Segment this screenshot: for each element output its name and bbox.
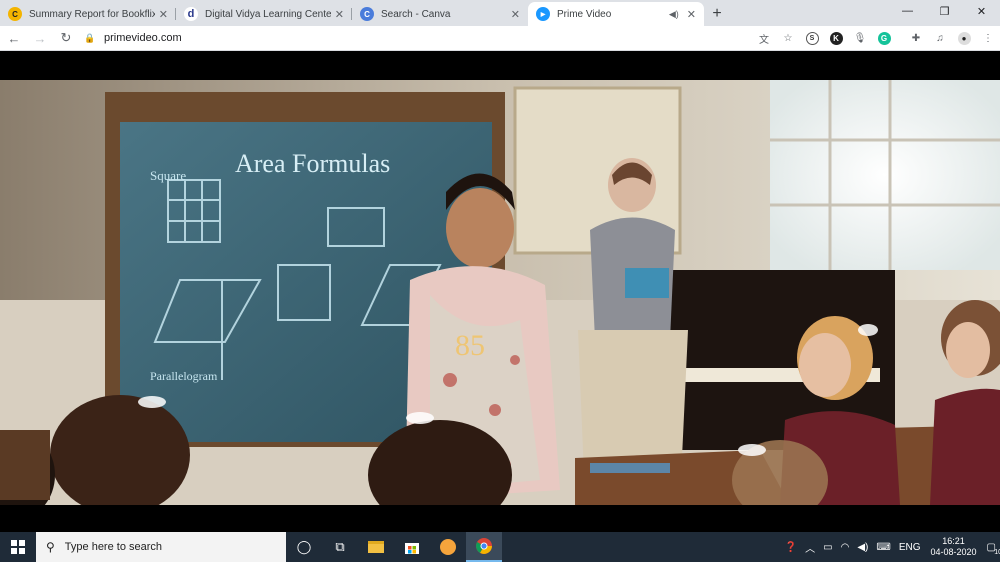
floating-numbers-text: 85 (455, 329, 485, 362)
notification-count: 10 (994, 548, 1000, 556)
search-placeholder: Type here to search (64, 541, 163, 553)
browser-toolbar: ← → ↻ 🔒 primevideo.com 文 ☆ S K 🎙 G ✚ ♫ ●… (0, 26, 1000, 51)
close-icon[interactable]: ✕ (687, 8, 696, 21)
back-arrow-icon[interactable]: ← (2, 26, 26, 50)
close-icon[interactable]: ✕ (511, 8, 520, 21)
tab-digital-vidya[interactable]: d Digital Vidya Learning Center ✕ (176, 2, 352, 26)
video-player[interactable]: Area Formulas Square Parallelogram 85 (0, 52, 1000, 532)
window-controls: — ❐ ✕ (889, 0, 1000, 22)
media-queue-icon[interactable]: ♫ (928, 26, 952, 50)
speaker-icon[interactable]: ◀) (669, 9, 679, 20)
clock-date: 04-08-2020 (930, 547, 977, 557)
close-icon[interactable]: ✕ (159, 8, 168, 21)
battery-icon[interactable]: ▭ (819, 542, 836, 553)
extensions-puzzle-icon[interactable]: ✚ (904, 26, 928, 50)
tab-strip: C Summary Report for Bookflixing ✕ d Dig… (0, 0, 1000, 26)
tab-title: Search - Canva (381, 8, 451, 20)
chalk-title-text: Area Formulas (235, 149, 390, 178)
help-icon[interactable]: ❓ (781, 542, 801, 553)
search-icon: ⚲ (46, 540, 55, 554)
chalk-parallelogram-text: Parallelogram (150, 369, 218, 383)
bookmark-star-icon[interactable]: ☆ (776, 26, 800, 50)
prime-video-favicon-icon: ▶ (536, 7, 550, 21)
tab-title: Digital Vidya Learning Center (205, 8, 331, 20)
extension-k-icon[interactable]: K (824, 26, 848, 50)
translate-icon[interactable]: 文 (752, 26, 776, 50)
system-tray: ❓ ︿ ▭ ◠ ◀) ⌨ ENG 16:21 04-08-2020 ▢10 (781, 532, 1000, 562)
file-explorer-icon[interactable] (358, 532, 394, 562)
windows-start-icon[interactable] (0, 532, 36, 562)
tray-chevron-up-icon[interactable]: ︿ (801, 540, 819, 555)
tab-bookflixing[interactable]: C Summary Report for Bookflixing ✕ (0, 2, 176, 26)
tab-canva[interactable]: C Search - Canva ✕ (352, 2, 528, 26)
wifi-icon[interactable]: ◠ (837, 542, 854, 553)
taskbar-search-input[interactable]: ⚲ Type here to search (36, 532, 286, 562)
minimize-icon[interactable]: — (889, 0, 926, 22)
tab-title: Summary Report for Bookflixing (29, 8, 155, 20)
language-indicator[interactable]: ENG (895, 542, 925, 553)
bookflixing-favicon-icon: C (8, 7, 22, 21)
digital-vidya-favicon-icon: d (184, 7, 198, 21)
address-bar[interactable]: 🔒 primevideo.com (84, 28, 752, 49)
volume-icon[interactable]: ◀) (853, 542, 872, 553)
keyboard-icon[interactable]: ⌨ (872, 542, 894, 553)
chrome-icon[interactable] (466, 532, 502, 562)
menu-kebab-icon[interactable]: ⋮ (976, 26, 1000, 50)
canva-favicon-icon: C (360, 7, 374, 21)
new-tab-button[interactable]: + (704, 2, 730, 26)
tab-title: Prime Video (557, 8, 612, 20)
task-view-icon[interactable]: ⧉ (322, 532, 358, 562)
restore-icon[interactable]: ❐ (926, 0, 963, 22)
url-text: primevideo.com (104, 32, 182, 44)
store-icon[interactable] (394, 532, 430, 562)
cortana-circle-icon[interactable]: ◯ (286, 532, 322, 562)
screen: C Summary Report for Bookflixing ✕ d Dig… (0, 0, 1000, 562)
windows-taskbar: ⚲ Type here to search ◯ ⧉ ❓ ︿ ▭ ◠ ◀) ⌨ E… (0, 532, 1000, 562)
clock-time: 16:21 (942, 536, 965, 546)
tab-prime-video[interactable]: ▶ Prime Video ◀) ✕ (528, 2, 704, 26)
forward-arrow-icon[interactable]: → (28, 26, 52, 50)
profile-avatar-icon[interactable]: ● (952, 26, 976, 50)
extension-s-icon[interactable]: S (800, 26, 824, 50)
microphone-icon[interactable]: 🎙 (848, 26, 872, 50)
lock-icon: 🔒 (84, 32, 96, 43)
video-frame[interactable]: Area Formulas Square Parallelogram 85 (0, 80, 1000, 505)
app-orange-icon[interactable] (430, 532, 466, 562)
grammarly-icon[interactable]: G (872, 26, 896, 50)
clock[interactable]: 16:21 04-08-2020 (925, 536, 983, 558)
reload-icon[interactable]: ↻ (54, 26, 78, 50)
chalk-square-text: Square (150, 168, 186, 183)
close-icon[interactable]: ✕ (335, 8, 344, 21)
close-window-icon[interactable]: ✕ (963, 0, 1000, 22)
notifications-icon[interactable]: ▢10 (983, 542, 1000, 556)
